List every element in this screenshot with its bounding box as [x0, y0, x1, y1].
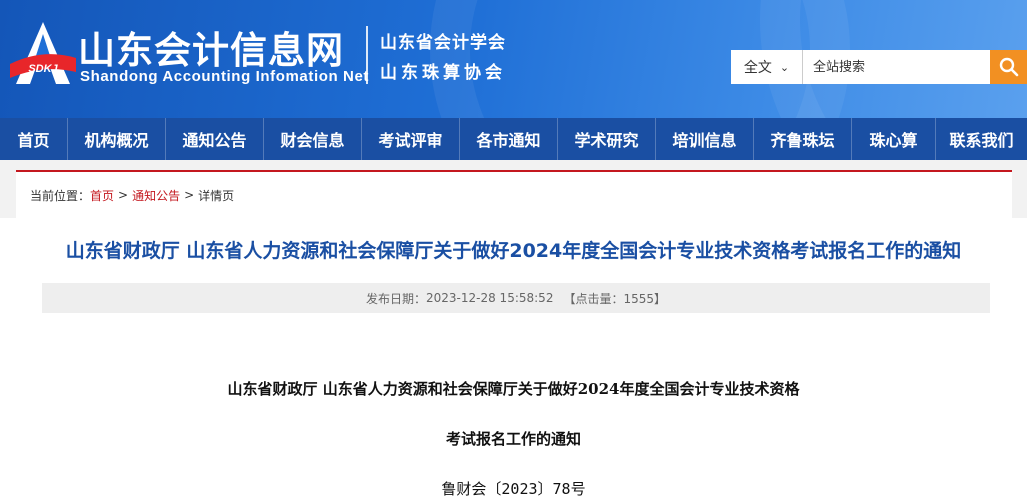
nav-item-mental-abacus[interactable]: 珠心算: [852, 118, 936, 160]
site-title[interactable]: 山东会计信息网: [78, 20, 344, 74]
breadcrumb-current: 详情页: [198, 188, 235, 203]
article-body-heading-line-2: 考试报名工作的通知: [445, 430, 581, 448]
org-name-2: 山东珠算协会: [380, 63, 506, 83]
breadcrumb-notices-link[interactable]: 通知公告: [132, 187, 180, 204]
search-button[interactable]: [990, 50, 1027, 84]
search-input[interactable]: [803, 50, 990, 84]
site-subtitle: Shandong Accounting Infomation Net: [80, 68, 369, 85]
search-scope-value: 全文: [743, 60, 772, 76]
nav-item-about[interactable]: 机构概况: [68, 118, 166, 160]
nav-item-exams[interactable]: 考试评审: [362, 118, 460, 160]
main-nav: 首页 机构概况 通知公告 财会信息 考试评审 各市通知 学术研究 培训信息 齐鲁…: [0, 118, 1027, 160]
document-number: 鲁财会〔2023〕78号: [441, 480, 586, 498]
hit-count: 【点击量：1555】: [563, 291, 666, 306]
nav-item-training[interactable]: 培训信息: [656, 118, 754, 160]
search-icon: [999, 57, 1018, 77]
nav-item-finance-info[interactable]: 财会信息: [264, 118, 362, 160]
publish-date-label: 发布日期：: [365, 291, 426, 306]
org-name-1: 山东省会计学会: [380, 33, 506, 53]
article-meta: 发布日期： 2023-12-28 15:58:52 【点击量：1555】: [42, 283, 990, 313]
publish-date: 2023-12-28 15:58:52: [426, 291, 554, 305]
article-title: 山东省财政厅 山东省人力资源和社会保障厅关于做好2024年度全国会计专业技术资格…: [65, 240, 962, 262]
breadcrumb-separator: >: [184, 188, 195, 202]
site-logo-icon[interactable]: SDKJ: [8, 18, 78, 88]
search-box: 全文 ⌄: [731, 50, 1027, 84]
nav-item-home[interactable]: 首页: [0, 118, 68, 160]
breadcrumb-separator: >: [118, 188, 129, 202]
search-scope-select[interactable]: 全文 ⌄: [731, 50, 803, 84]
breadcrumb-home-link[interactable]: 首页: [90, 187, 114, 204]
nav-item-notices[interactable]: 通知公告: [166, 118, 264, 160]
nav-item-city-notices[interactable]: 各市通知: [460, 118, 558, 160]
logo-text: SDKJ: [28, 63, 58, 75]
site-header: SDKJ 山东会计信息网 Shandong Accounting Infomat…: [0, 0, 1027, 118]
breadcrumb-area: 当前位置： 首页 > 通知公告 > 详情页: [0, 160, 1027, 218]
breadcrumb: 当前位置： 首页 > 通知公告 > 详情页: [16, 170, 1012, 218]
breadcrumb-prefix: 当前位置：: [30, 188, 91, 203]
nav-item-abacus-forum[interactable]: 齐鲁珠坛: [754, 118, 852, 160]
chevron-down-icon: ⌄: [779, 60, 790, 74]
article-body-heading-line-1: 山东省财政厅 山东省人力资源和社会保障厅关于做好2024年度全国会计专业技术资格: [227, 380, 800, 398]
header-divider: [366, 26, 368, 84]
nav-item-research[interactable]: 学术研究: [558, 118, 656, 160]
nav-item-contact[interactable]: 联系我们: [936, 118, 1027, 160]
